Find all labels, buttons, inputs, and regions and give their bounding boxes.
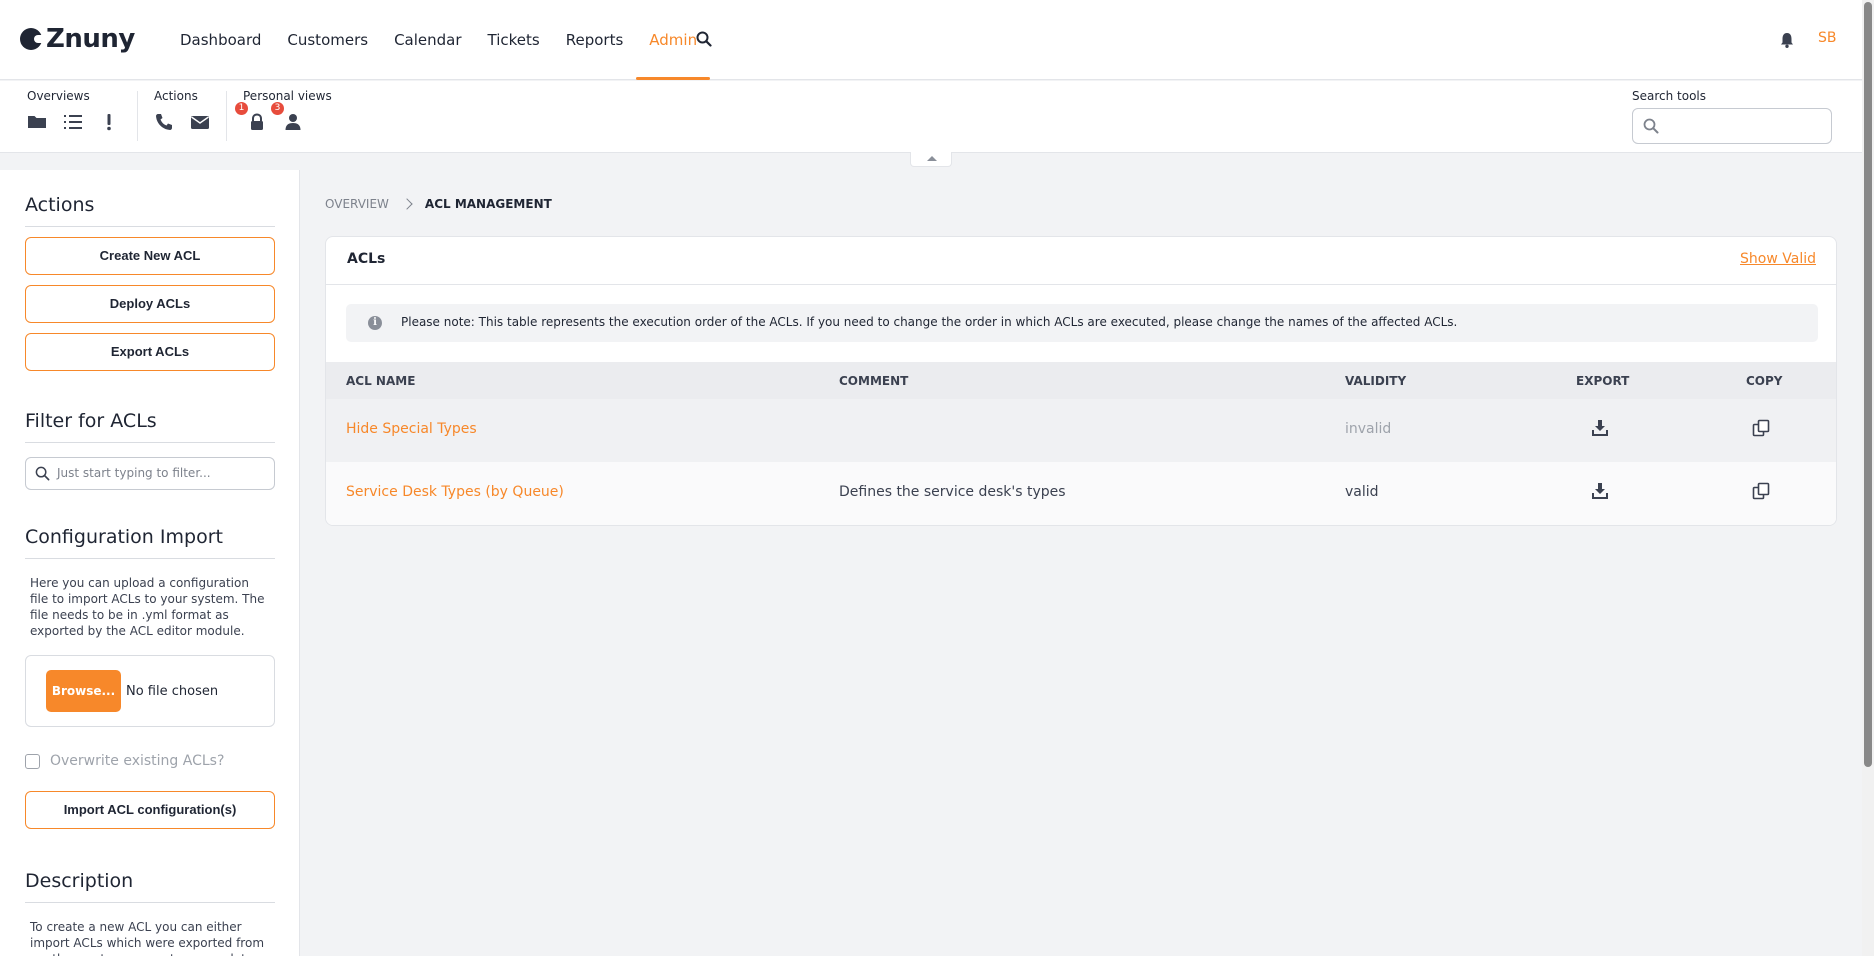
toolbar: Overviews Actions Personal views 1 3 Sea… <box>0 81 1862 153</box>
notice-text: Please note: This table represents the e… <box>401 315 1458 329</box>
copy-icon[interactable] <box>1752 419 1770 437</box>
user-avatar[interactable]: SB <box>1818 30 1837 46</box>
toolbar-collapse-toggle[interactable] <box>910 152 952 167</box>
search-icon <box>35 466 50 481</box>
owned-tickets-button[interactable]: 3 <box>271 102 303 132</box>
search-tools-input[interactable] <box>1632 108 1832 144</box>
toolbar-actions: Actions <box>154 89 210 132</box>
export-acls-button[interactable]: Export ACLs <box>25 333 275 371</box>
search-icon <box>1643 118 1659 134</box>
sidebar-actions-title: Actions <box>25 194 275 227</box>
copy-icon[interactable] <box>1752 482 1770 500</box>
breadcrumb-overview[interactable]: Overview <box>325 197 389 211</box>
locked-count-badge: 1 <box>235 102 248 115</box>
acl-validity: invalid <box>1345 421 1392 437</box>
file-upload-box: Browse... No file chosen <box>25 655 275 727</box>
info-icon: i <box>368 316 382 330</box>
sidebar: Actions Create New ACL Deploy ACLs Expor… <box>0 170 300 956</box>
personal-views-title: Personal views <box>243 89 332 103</box>
panel-header: ACLs Show Valid <box>326 237 1836 285</box>
column-copy: Copy <box>1746 374 1783 388</box>
owned-count-badge: 3 <box>271 102 284 115</box>
nav-customers[interactable]: Customers <box>274 0 381 80</box>
toolbar-personal-views: Personal views 1 3 <box>235 89 332 132</box>
envelope-icon[interactable] <box>190 112 210 132</box>
scrollbar-thumb[interactable] <box>1864 2 1872 767</box>
overviews-title: Overviews <box>27 89 90 103</box>
breadcrumb-current: ACL Management <box>424 197 552 211</box>
chevron-right-icon <box>401 198 413 210</box>
acl-validity: valid <box>1345 484 1379 500</box>
filter-title: Filter for ACLs <box>25 410 275 443</box>
panel-title: ACLs <box>347 251 386 267</box>
page-scrollbar[interactable] <box>1862 0 1874 956</box>
column-acl-name[interactable]: ACL Name <box>346 374 415 388</box>
filter-placeholder: Just start typing to filter... <box>57 466 211 480</box>
acl-panel: ACLs Show Valid i Please note: This tabl… <box>325 236 1837 526</box>
toolbar-separator <box>137 91 138 141</box>
search-icon[interactable] <box>696 31 712 47</box>
import-description: Here you can upload a configuration file… <box>30 576 265 638</box>
main-nav: Dashboard Customers Calendar Tickets Rep… <box>167 0 710 80</box>
sidebar-import-section: Configuration Import Here you can upload… <box>25 526 275 829</box>
logo-mark-icon <box>20 28 44 50</box>
sidebar-filter-section: Filter for ACLs Just start typing to fil… <box>25 410 275 490</box>
filter-input[interactable]: Just start typing to filter... <box>25 457 275 490</box>
overwrite-option: Overwrite existing ACLs? <box>25 753 275 769</box>
column-comment[interactable]: Comment <box>839 374 908 388</box>
lock-icon <box>251 113 263 130</box>
toolbar-separator <box>226 91 227 141</box>
create-new-acl-button[interactable]: Create New ACL <box>25 237 275 275</box>
download-icon[interactable] <box>1591 482 1609 500</box>
description-text: To create a new ACL you can either impor… <box>30 920 265 956</box>
execution-order-notice: i Please note: This table represents the… <box>346 304 1818 342</box>
sidebar-description-section: Description To create a new ACL you can … <box>25 870 275 956</box>
actions-title: Actions <box>154 89 198 103</box>
import-acl-button[interactable]: Import ACL configuration(s) <box>25 791 275 829</box>
folder-icon[interactable] <box>27 112 47 132</box>
overwrite-label: Overwrite existing ACLs? <box>50 753 225 769</box>
phone-icon[interactable] <box>154 112 174 132</box>
nav-tickets[interactable]: Tickets <box>475 0 553 80</box>
nav-reports[interactable]: Reports <box>553 0 637 80</box>
search-tools-label: Search tools <box>1632 89 1707 103</box>
list-icon[interactable] <box>63 112 83 132</box>
breadcrumb: Overview ACL Management <box>325 197 552 211</box>
sidebar-actions-section: Actions Create New ACL Deploy ACLs Expor… <box>25 194 275 371</box>
toolbar-overviews: Overviews <box>27 89 119 132</box>
table-header: ACL Name Comment Validity Export Copy <box>326 362 1836 399</box>
acl-name-link[interactable]: Service Desk Types (by Queue) <box>346 484 564 500</box>
user-icon <box>285 114 301 130</box>
exclamation-icon[interactable] <box>99 112 119 132</box>
import-title: Configuration Import <box>25 526 275 559</box>
column-validity[interactable]: Validity <box>1345 374 1406 388</box>
bell-icon[interactable] <box>1778 31 1796 49</box>
acl-name-link[interactable]: Hide Special Types <box>346 421 477 437</box>
table-row: Service Desk Types (by Queue) Defines th… <box>326 462 1836 525</box>
overwrite-checkbox[interactable] <box>25 753 40 769</box>
table-row: Hide Special Types invalid <box>326 399 1836 462</box>
brand-name: Znuny <box>46 24 135 54</box>
download-icon[interactable] <box>1591 419 1609 437</box>
locked-tickets-button[interactable]: 1 <box>235 102 267 132</box>
acl-comment: Defines the service desk's types <box>839 484 1066 500</box>
deploy-acls-button[interactable]: Deploy ACLs <box>25 285 275 323</box>
column-export: Export <box>1576 374 1630 388</box>
nav-calendar[interactable]: Calendar <box>381 0 474 80</box>
nav-dashboard[interactable]: Dashboard <box>167 0 274 80</box>
description-title: Description <box>25 870 275 903</box>
file-status: No file chosen <box>126 684 219 699</box>
top-navbar: Znuny Dashboard Customers Calendar Ticke… <box>0 0 1862 80</box>
show-valid-link[interactable]: Show Valid <box>1740 251 1816 267</box>
browse-button[interactable]: Browse... <box>46 670 121 712</box>
brand-logo[interactable]: Znuny <box>20 24 135 54</box>
